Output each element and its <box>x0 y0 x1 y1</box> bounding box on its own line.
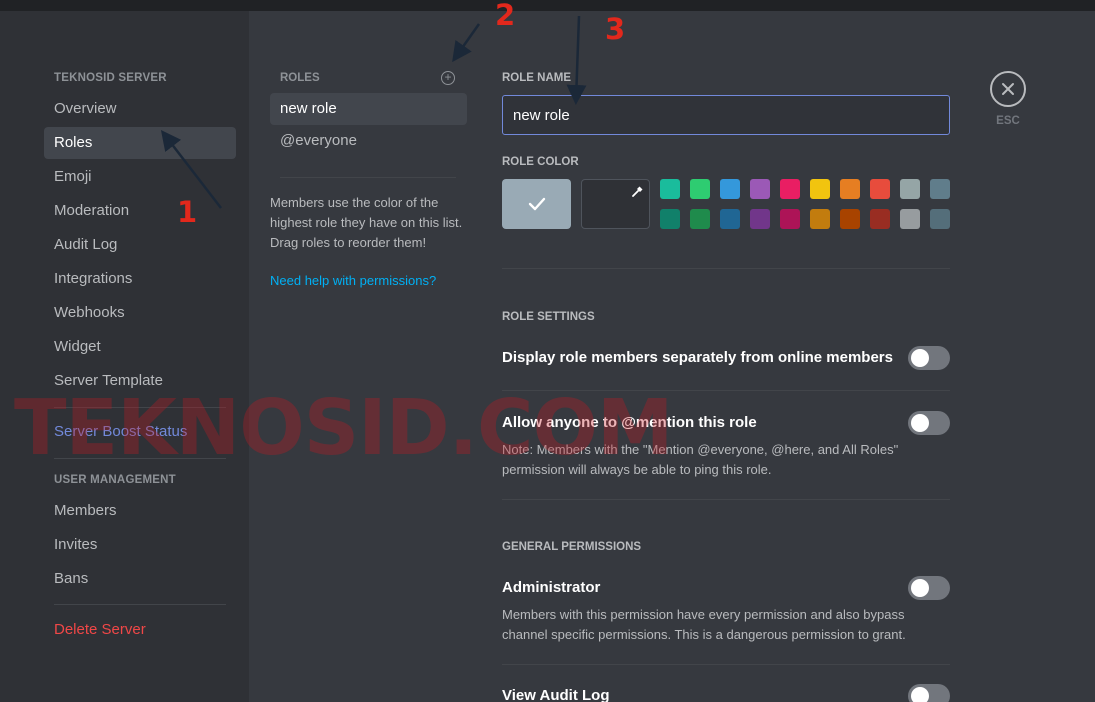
checkmark-icon <box>528 197 545 211</box>
toggle-knob <box>911 414 929 432</box>
role-name-label: ROLE NAME <box>502 72 571 84</box>
user-management-section-header: USER MANAGEMENT <box>54 474 176 486</box>
role-editor: ROLE NAME ROLE COLOR ROLE SETTINGS Displ… <box>502 11 952 702</box>
toggle-knob <box>911 349 929 367</box>
color-swatch[interactable] <box>870 209 890 229</box>
role-item-everyone[interactable]: @everyone <box>270 125 467 157</box>
sidebar-item-invites[interactable]: Invites <box>44 529 236 561</box>
color-swatch[interactable] <box>660 209 680 229</box>
setting-mention-note: Note: Members with the "Mention @everyon… <box>502 442 899 477</box>
settings-sidebar: TEKNOSID SERVER Overview Roles Emoji Mod… <box>0 11 249 702</box>
sidebar-item-moderation[interactable]: Moderation <box>44 195 236 227</box>
eyedropper-icon <box>632 186 643 197</box>
color-swatch[interactable] <box>810 209 830 229</box>
color-swatch[interactable] <box>780 179 800 199</box>
perm-view-audit-log-title: View Audit Log <box>502 687 610 702</box>
server-section-header: TEKNOSID SERVER <box>54 72 167 84</box>
color-swatch[interactable] <box>840 179 860 199</box>
roles-description: Members use the color of the highest rol… <box>270 195 463 250</box>
color-swatch[interactable] <box>720 179 740 199</box>
window-top-bar <box>0 0 1095 11</box>
sidebar-item-server-template[interactable]: Server Template <box>44 365 236 397</box>
setting-display-separately-title: Display role members separately from onl… <box>502 349 893 366</box>
color-swatch[interactable] <box>900 179 920 199</box>
roles-list-panel: ROLES + new role @everyone Members use t… <box>249 11 479 702</box>
color-swatch[interactable] <box>750 209 770 229</box>
sidebar-item-widget[interactable]: Widget <box>44 331 236 363</box>
color-swatch[interactable] <box>840 209 860 229</box>
mention-toggle[interactable] <box>908 411 950 435</box>
roles-divider <box>280 177 456 178</box>
display-separately-toggle[interactable] <box>908 346 950 370</box>
setting-mention-bold: @mention <box>621 414 695 431</box>
color-swatch[interactable] <box>780 209 800 229</box>
role-settings-label: ROLE SETTINGS <box>502 311 595 323</box>
custom-color-swatch[interactable] <box>581 179 650 229</box>
sidebar-divider <box>54 604 226 605</box>
sidebar-item-audit-log[interactable]: Audit Log <box>44 229 236 261</box>
color-swatch[interactable] <box>720 209 740 229</box>
role-item-new-role[interactable]: new role <box>270 93 467 125</box>
perm-administrator-title: Administrator <box>502 579 601 596</box>
section-divider <box>502 390 950 391</box>
color-swatch[interactable] <box>930 179 950 199</box>
toggle-knob <box>911 579 929 597</box>
section-divider <box>502 664 950 665</box>
role-name-input[interactable] <box>502 95 950 135</box>
esc-label: ESC <box>996 115 1020 127</box>
view-audit-log-toggle[interactable] <box>908 684 950 702</box>
color-swatch[interactable] <box>870 179 890 199</box>
general-permissions-label: GENERAL PERMISSIONS <box>502 541 642 553</box>
color-swatch[interactable] <box>900 209 920 229</box>
sidebar-divider <box>54 458 226 459</box>
setting-mention-prefix: Allow anyone to <box>502 414 622 431</box>
color-swatch[interactable] <box>750 179 770 199</box>
roles-header: ROLES <box>280 72 320 84</box>
administrator-toggle[interactable] <box>908 576 950 600</box>
role-color-label: ROLE COLOR <box>502 156 579 168</box>
perm-administrator-desc: Members with this permission have every … <box>502 607 906 642</box>
sidebar-divider <box>54 407 226 408</box>
sidebar-item-delete-server[interactable]: Delete Server <box>44 614 236 646</box>
setting-mention-suffix: this role <box>694 414 757 431</box>
sidebar-item-integrations[interactable]: Integrations <box>44 263 236 295</box>
section-divider <box>502 499 950 500</box>
color-swatch[interactable] <box>660 179 680 199</box>
sidebar-item-members[interactable]: Members <box>44 495 236 527</box>
color-swatch[interactable] <box>690 209 710 229</box>
section-divider <box>502 268 950 269</box>
sidebar-item-overview[interactable]: Overview <box>44 93 236 125</box>
color-swatch[interactable] <box>930 209 950 229</box>
sidebar-item-server-boost-status[interactable]: Server Boost Status <box>44 416 236 448</box>
setting-mention-title: Allow anyone to @mention this role <box>502 414 757 431</box>
color-swatch[interactable] <box>810 179 830 199</box>
default-color-swatch[interactable] <box>502 179 571 229</box>
close-icon <box>1002 83 1014 95</box>
close-button[interactable] <box>990 71 1026 107</box>
color-swatch[interactable] <box>690 179 710 199</box>
sidebar-item-bans[interactable]: Bans <box>44 563 236 595</box>
plus-circle-icon[interactable]: + <box>441 71 455 85</box>
toggle-knob <box>911 687 929 702</box>
sidebar-item-emoji[interactable]: Emoji <box>44 161 236 193</box>
permissions-help-link[interactable]: Need help with permissions? <box>270 273 436 288</box>
sidebar-item-webhooks[interactable]: Webhooks <box>44 297 236 329</box>
sidebar-item-roles[interactable]: Roles <box>44 127 236 159</box>
